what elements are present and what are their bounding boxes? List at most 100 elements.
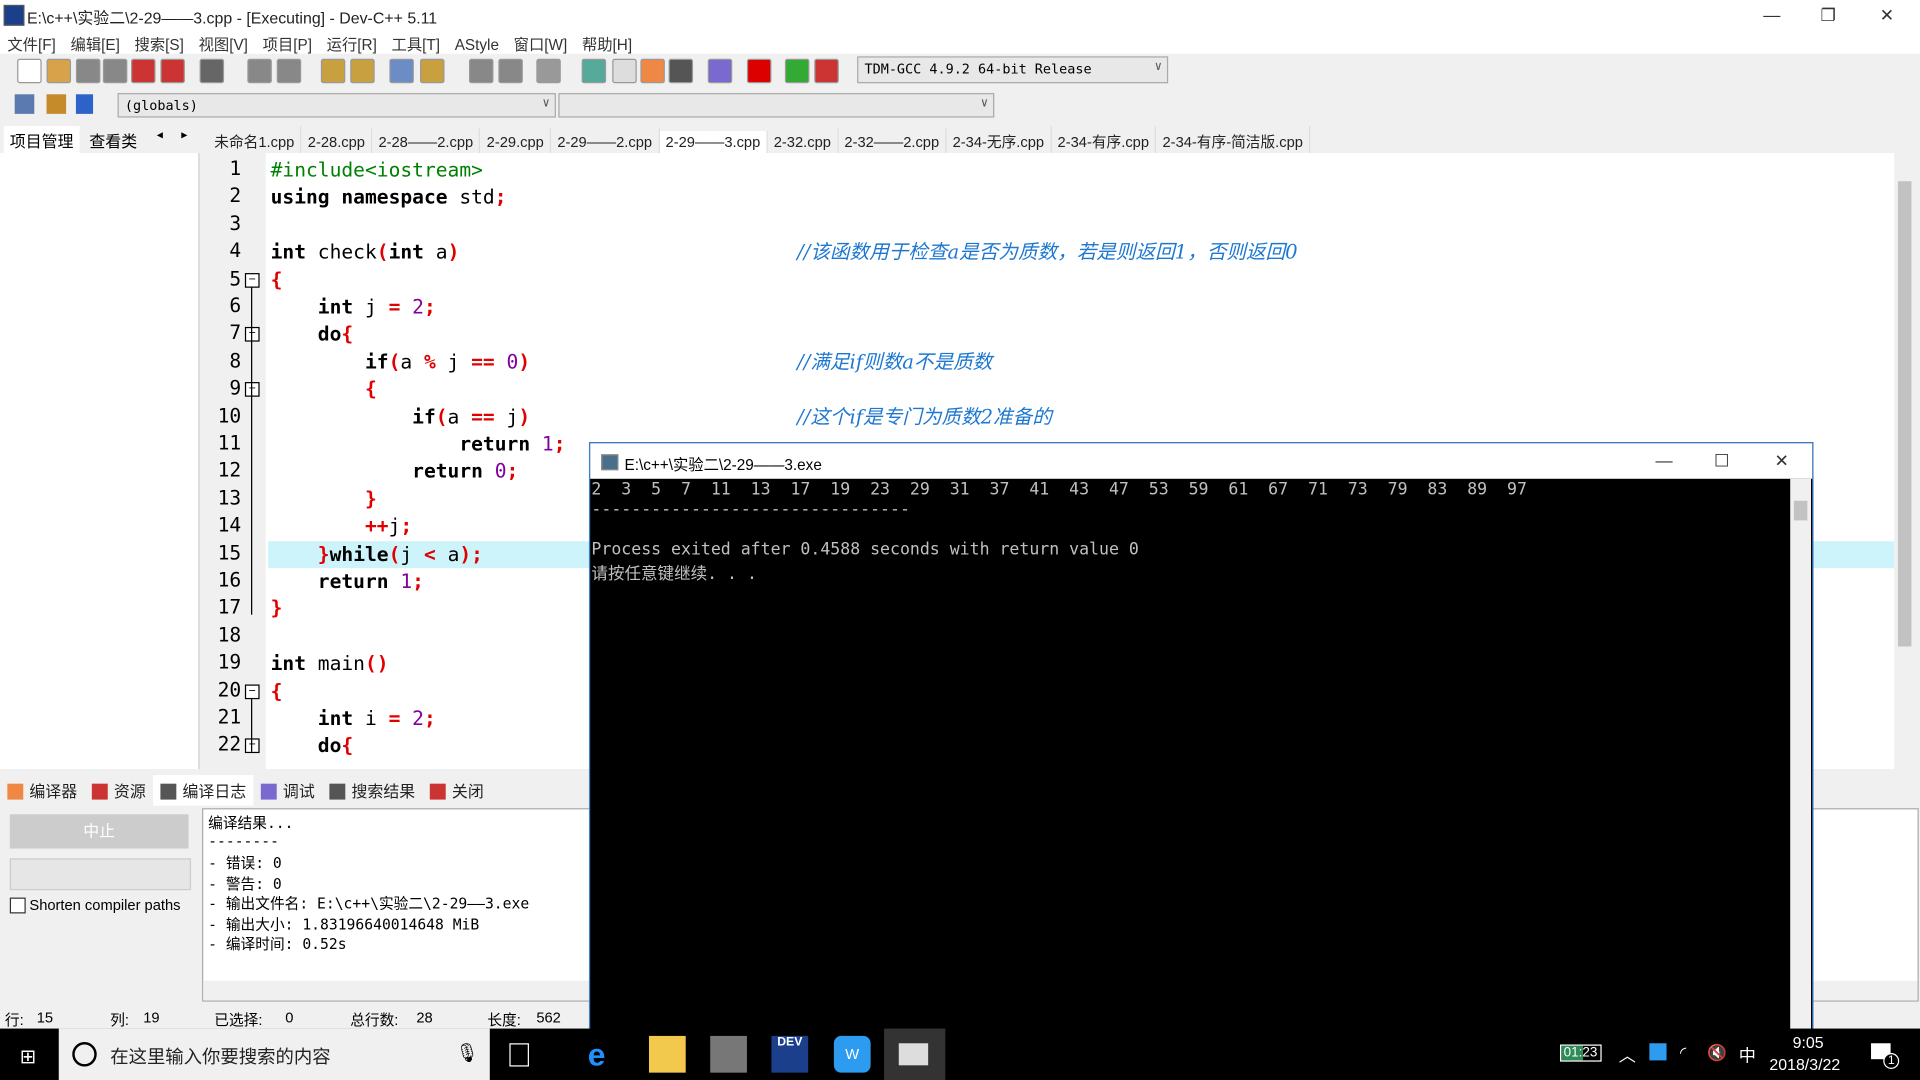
replace-icon[interactable] <box>350 58 375 84</box>
console-window[interactable]: E:\c++\实验二\2-29——3.exe — ☐ ✕ 2 3 5 7 11 … <box>588 442 1814 1033</box>
edge-icon[interactable]: e <box>588 1036 625 1073</box>
scope-select[interactable]: (globals) ∨ <box>117 93 556 118</box>
close-all-icon[interactable] <box>160 58 185 84</box>
tab-label: 编译日志 <box>182 782 247 801</box>
code-token: check <box>317 240 377 264</box>
undo-icon[interactable] <box>247 58 272 84</box>
compiler-select[interactable]: TDM-GCC 4.9.2 64-bit Release ∨ <box>857 56 1169 84</box>
search-placeholder: 在这里输入你要搜索的内容 <box>110 1046 331 1068</box>
devcpp-taskbar-icon[interactable]: DEV <box>771 1035 809 1073</box>
tab-compiler[interactable]: 编译器 <box>0 775 85 806</box>
volume-muted-icon[interactable]: 🔇 <box>1707 1043 1727 1063</box>
new-icon[interactable] <box>17 58 42 84</box>
indent-icon[interactable] <box>389 58 414 84</box>
app-icon[interactable] <box>710 1035 747 1073</box>
console-app-icon <box>601 454 619 471</box>
fold-line <box>251 697 253 753</box>
file-tabs: 未命名1.cpp 2-28.cpp 2-28——2.cpp 2-29.cpp 2-29—… <box>208 126 1311 157</box>
stop-icon[interactable] <box>746 58 772 84</box>
function-select[interactable]: ∨ <box>558 93 995 118</box>
file-tab[interactable]: 2-29——2.cpp <box>551 128 660 156</box>
file-explorer-icon[interactable] <box>648 1035 686 1073</box>
code-token: j <box>506 404 519 429</box>
console-scrollbar[interactable] <box>1790 478 1812 1032</box>
code-token: a <box>400 349 424 374</box>
code-token: ++ <box>270 514 389 538</box>
file-tab[interactable]: 2-28——2.cpp <box>372 128 481 156</box>
class-browser-icon[interactable] <box>14 94 35 114</box>
save-icon[interactable] <box>75 58 101 84</box>
bookmark-icon[interactable] <box>75 94 94 114</box>
tab-debug[interactable]: 调试 <box>254 775 323 806</box>
goto-icon[interactable] <box>536 58 561 84</box>
tray-app-icon[interactable] <box>1649 1043 1667 1061</box>
ime-indicator[interactable]: 中 <box>1739 1043 1756 1067</box>
taskbar-search[interactable]: 在这里输入你要搜索的内容 🎙 <box>58 1028 490 1080</box>
task-view-icon[interactable] <box>509 1043 529 1067</box>
chevron-up-icon[interactable]: ︿ <box>1619 1043 1636 1067</box>
code-token: ; <box>423 295 436 319</box>
color-icon[interactable] <box>640 58 665 84</box>
line-number: 13 <box>217 485 242 510</box>
file-tab[interactable]: 2-32.cpp <box>767 128 839 156</box>
check-icon[interactable] <box>707 58 733 84</box>
battery-indicator[interactable]: 01:23 <box>1560 1044 1602 1062</box>
save-all-icon[interactable] <box>102 58 128 84</box>
print-icon[interactable] <box>199 58 225 84</box>
chart-icon[interactable] <box>784 58 810 84</box>
find-icon[interactable] <box>320 58 346 84</box>
line-number: 2 <box>229 184 242 208</box>
clock-time[interactable]: 9:05 <box>1793 1033 1824 1051</box>
debug-stop-icon[interactable] <box>814 58 839 84</box>
shorten-paths-checkbox[interactable] <box>9 897 26 914</box>
file-tab[interactable]: 2-32——2.cpp <box>838 128 947 156</box>
tile-icon[interactable] <box>668 58 694 84</box>
wifi-icon[interactable]: ◜ <box>1680 1043 1686 1063</box>
tab-scroll-right-icon[interactable]: ▸ <box>181 129 187 142</box>
code-token: int <box>270 295 365 319</box>
code-token: } <box>270 487 377 511</box>
console-title-bar: E:\c++\实验二\2-29——3.exe — ☐ ✕ <box>590 443 1813 479</box>
tab-scroll-left-icon[interactable]: ◂ <box>157 129 163 142</box>
code-token: if <box>270 404 436 429</box>
clock-date[interactable]: 2018/3/22 <box>1769 1056 1840 1074</box>
grid-icon[interactable] <box>581 58 607 84</box>
file-tab[interactable]: 2-28.cpp <box>301 128 373 156</box>
editor-scrollbar[interactable] <box>1894 156 1916 767</box>
unindent-icon[interactable] <box>420 58 445 84</box>
row-label: 行: <box>4 1011 24 1029</box>
tab-close[interactable]: 关闭 <box>423 775 492 806</box>
console-minimize-button[interactable]: — <box>1636 448 1692 472</box>
close-button[interactable]: ✕ <box>1859 2 1915 26</box>
tab-compile-log[interactable]: 编译日志 <box>153 775 254 806</box>
tab-search-results[interactable]: 搜索结果 <box>322 775 422 806</box>
open-icon[interactable] <box>46 58 72 84</box>
console-maximize-button[interactable]: ☐ <box>1693 448 1749 472</box>
console-scroll-thumb[interactable] <box>1793 500 1808 521</box>
windows-start-icon[interactable]: ⊞ <box>20 1044 36 1068</box>
bookmark-prev-icon[interactable] <box>468 58 494 84</box>
scroll-thumb[interactable] <box>1897 181 1912 647</box>
code-token: return <box>270 569 401 593</box>
minimize-button[interactable]: — <box>1744 2 1800 26</box>
window-icon[interactable] <box>612 58 637 84</box>
add-icon[interactable] <box>46 94 67 114</box>
close-icon[interactable] <box>131 58 156 84</box>
redo-icon[interactable] <box>276 58 302 84</box>
abort-button[interactable]: 中止 <box>9 814 189 849</box>
menu-bar: 文件[F] 编辑[E] 搜索[S] 视图[V] 项目[P] 运行[R] 工具[T] AStyl… <box>0 29 1920 54</box>
total-lines-value: 28 <box>416 1008 433 1027</box>
bookmark-next-icon[interactable] <box>498 58 523 84</box>
line-number: 3 <box>229 211 242 235</box>
microphone-icon[interactable]: 🎙 <box>456 1042 479 1064</box>
debug-icon <box>260 783 277 800</box>
devcpp-app-icon <box>3 4 25 26</box>
console-close-button[interactable]: ✕ <box>1753 448 1809 472</box>
tab-resources[interactable]: 资源 <box>85 775 154 806</box>
wps-icon[interactable]: W <box>833 1035 871 1073</box>
file-tab[interactable]: 2-29——3.cpp <box>659 131 768 156</box>
code-line: #include<iostream> <box>271 157 483 184</box>
restore-button[interactable]: ❐ <box>1800 2 1856 26</box>
file-tab[interactable]: 2-29.cpp <box>480 128 552 156</box>
console-taskbar-button[interactable] <box>884 1028 946 1080</box>
